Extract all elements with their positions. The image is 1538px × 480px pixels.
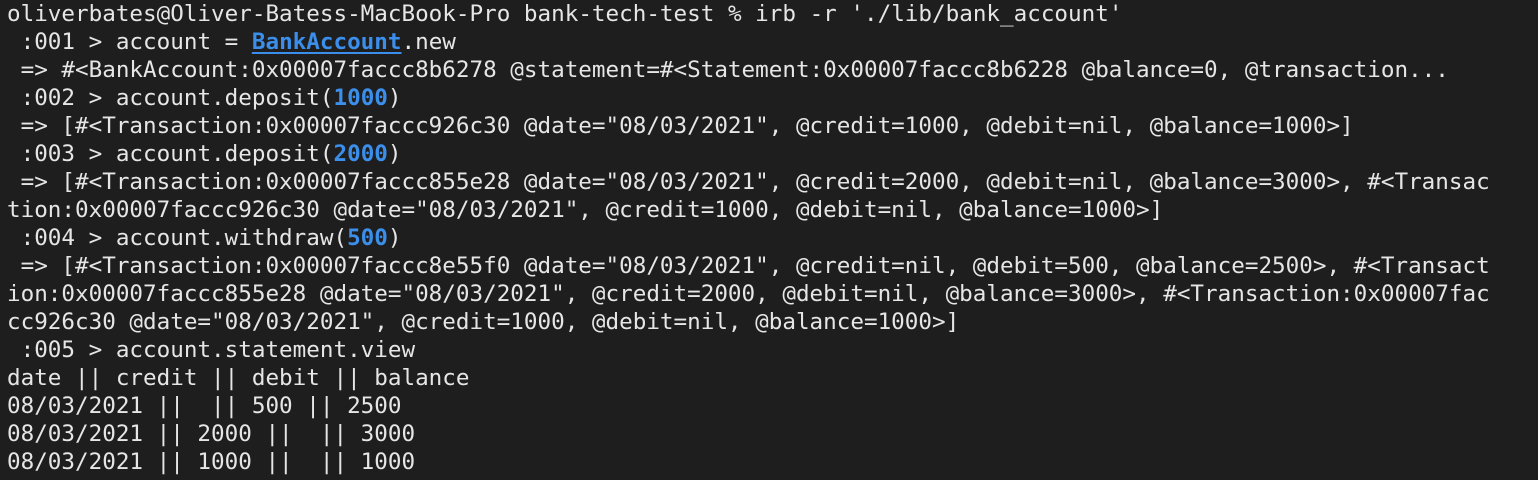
numeric-literal: 500 [347,225,388,251]
irb-output-line: => [#<Transaction:0x00007faccc926c30 @da… [7,113,1354,139]
irb-code: ) [387,85,402,111]
statement-header: date || credit || debit || balance [7,365,470,391]
irb-code: account.withdraw( [115,225,348,251]
irb-prompt: :001 > [7,29,116,55]
irb-output-line: => [#<Transaction:0x00007faccc8e55f0 @da… [7,253,1490,279]
shell-command: irb -r './lib/bank_account' [755,1,1123,27]
terminal-window[interactable]: oliverbates@Oliver-Batess-MacBook-Pro ba… [0,0,1538,480]
irb-input-line: :005 > account.statement.view [7,336,1538,364]
irb-code: account = [115,29,252,55]
numeric-literal: 2000 [333,141,388,167]
statement-row: 08/03/2021 || || 500 || 2500 [7,393,402,419]
irb-prompt: :002 > [7,85,116,111]
irb-input-line: :003 > account.deposit(2000) [7,140,1538,168]
statement-row: 08/03/2021 || 1000 || || 1000 [7,449,416,475]
irb-output-line: => [#<Transaction:0x00007faccc855e28 @da… [7,169,1490,195]
irb-code: account.statement.view [115,337,416,363]
statement-row: 08/03/2021 || 2000 || || 3000 [7,421,416,447]
irb-prompt: :005 > [7,337,116,363]
prompt-symbol: % [727,1,742,27]
numeric-literal: 1000 [333,85,388,111]
irb-input-line: :001 > account = BankAccount.new [7,28,1538,56]
irb-output-line: cc926c30 @date="08/03/2021", @credit=100… [7,309,960,335]
irb-input-line: :002 > account.deposit(1000) [7,84,1538,112]
irb-output-line: => #<BankAccount:0x00007faccc8b6278 @sta… [7,57,1449,83]
irb-prompt: :004 > [7,225,116,251]
irb-code: .new [401,29,456,55]
prompt-user-host: oliverbates@Oliver-Batess-MacBook-Pro [7,1,511,27]
prompt-cwd: bank-tech-test [523,1,715,27]
irb-output-line: tion:0x00007faccc926c30 @date="08/03/202… [7,197,1164,223]
shell-prompt-line: oliverbates@Oliver-Batess-MacBook-Pro ba… [7,0,1538,28]
irb-output-line: ion:0x00007faccc855e28 @date="08/03/2021… [7,281,1490,307]
irb-prompt: :003 > [7,141,116,167]
irb-code: account.deposit( [115,85,334,111]
irb-code: account.deposit( [115,141,334,167]
irb-code: ) [387,141,402,167]
irb-input-line: :004 > account.withdraw(500) [7,224,1538,252]
class-name-link[interactable]: BankAccount [252,29,402,55]
irb-code: ) [387,225,402,251]
